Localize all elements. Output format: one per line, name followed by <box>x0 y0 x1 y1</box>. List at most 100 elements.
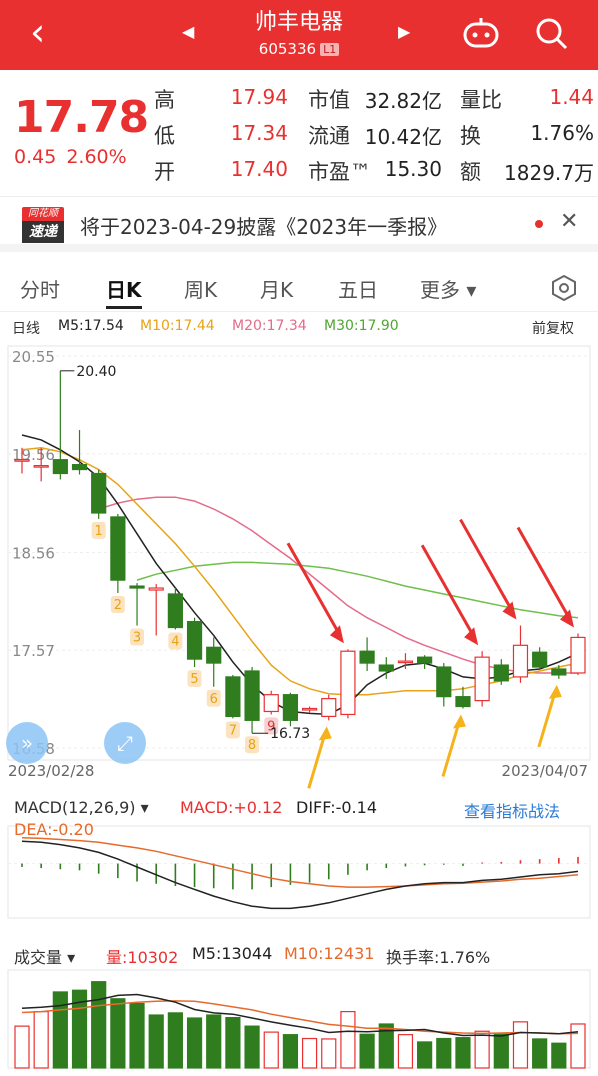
volume-bar <box>417 1041 433 1069</box>
value-open: 17.40 <box>230 157 288 181</box>
announcement-bar[interactable]: 同花顺 速递 将于2023-04-29披露《2023年一季报》 ✕ <box>0 196 598 252</box>
volume-bar <box>493 1033 509 1069</box>
value-amount: 1829.7万 <box>504 161 594 185</box>
tab-five-day[interactable]: 五日 <box>338 274 378 303</box>
volume-bar <box>397 1034 414 1069</box>
volume-bar <box>148 1014 164 1069</box>
logo-top-text: 同花顺 <box>22 207 64 221</box>
volume-bar <box>14 1025 30 1069</box>
label-amount: 额 <box>460 160 481 184</box>
ma10-label: M10:17.44 <box>140 318 215 334</box>
volume-bar <box>129 1002 145 1069</box>
candle-body <box>206 646 222 664</box>
adjust-mode[interactable]: 前复权 <box>532 318 574 338</box>
news-logo: 同花顺 速递 <box>22 207 64 243</box>
announcement-text[interactable]: 将于2023-04-29披露《2023年一季报》 <box>80 211 447 240</box>
macd-title[interactable]: MACD(12,26,9) ▾ <box>14 798 149 817</box>
fullscreen-icon[interactable]: ⤢ <box>104 722 146 764</box>
tab-daily-k[interactable]: 日K <box>106 274 142 303</box>
volume-m5: M5:13044 <box>192 944 273 963</box>
volume-value: 量:10302 <box>106 948 179 967</box>
candle-body <box>474 656 490 702</box>
yellow-arrowhead <box>548 684 562 699</box>
volume-bar <box>225 1016 241 1069</box>
max-price-label: 20.40 <box>76 364 116 380</box>
stock-code-line: 605336 L1 <box>0 40 598 58</box>
td-marker-label: 7 <box>229 723 237 738</box>
label-high: 高 <box>154 88 175 112</box>
volume-bar <box>570 1023 586 1069</box>
volume-bar <box>532 1038 548 1069</box>
candle-body <box>186 621 203 660</box>
value-high: 17.94 <box>230 85 288 109</box>
red-arrow <box>286 542 342 636</box>
candle-body <box>282 694 299 721</box>
candle-body <box>129 585 145 589</box>
volume-bar <box>301 1037 318 1069</box>
volume-bar <box>186 1017 203 1069</box>
candle-body <box>532 651 548 668</box>
tab-weekly-k[interactable]: 周K <box>184 274 217 303</box>
volume-legend: 成交量 ▾ 量:10302 M5:13044 M10:12431 换手率:1.7… <box>0 942 598 970</box>
candle-body <box>512 644 529 678</box>
label-volume-ratio: 量比 <box>460 88 502 112</box>
candle-body <box>14 459 30 462</box>
ma5-label: M5:17.54 <box>58 318 124 334</box>
hexagon-settings-icon[interactable] <box>550 274 578 302</box>
value-turnover: 1.76% <box>530 121 594 145</box>
tab-intraday[interactable]: 分时 <box>20 274 60 303</box>
yellow-arrowhead <box>452 714 466 729</box>
change-percent: 2.60% <box>66 146 127 168</box>
triangle-left-icon[interactable]: ◀ <box>182 22 194 41</box>
volume-bar <box>282 1034 299 1069</box>
volume-bar <box>321 1038 337 1069</box>
top-bar: ‹ 帅丰电器 605336 L1 ◀ ▶ <box>0 0 598 70</box>
robot-icon[interactable] <box>462 16 500 50</box>
stock-code: 605336 <box>258 40 317 58</box>
candle-body <box>71 464 88 471</box>
value-volume-ratio: 1.44 <box>549 85 594 109</box>
volume-bar <box>110 998 126 1069</box>
expand-arrows-icon[interactable]: » <box>6 722 48 764</box>
candle-body <box>551 668 567 676</box>
volume-bar <box>206 1014 222 1069</box>
close-icon[interactable]: ✕ <box>560 209 578 234</box>
red-arrow <box>459 518 514 613</box>
tab-monthly-k[interactable]: 月K <box>260 274 293 303</box>
macd-frame <box>7 825 591 919</box>
td-marker-label: 8 <box>248 738 256 753</box>
candle-body <box>321 698 337 718</box>
volume-indicator-select[interactable]: 成交量 ▾ <box>14 944 75 968</box>
candle-body <box>301 707 318 711</box>
macd-legend: MACD(12,26,9) ▾ MACD:+0.12 DIFF:-0.14 查看… <box>0 796 598 839</box>
unread-dot <box>535 220 543 228</box>
volume-bar <box>436 1037 452 1069</box>
volume-bar <box>512 1021 529 1069</box>
td-marker-label: 5 <box>190 672 198 687</box>
label-open: 开 <box>154 160 175 184</box>
ma30-label: M30:17.90 <box>324 318 399 334</box>
tab-more[interactable]: 更多 ▾ <box>420 274 476 303</box>
volume-bar <box>474 1030 490 1069</box>
triangle-right-icon[interactable]: ▶ <box>398 22 410 41</box>
candle-body <box>244 670 260 721</box>
stock-name: 帅丰电器 <box>254 10 343 35</box>
volume-bar <box>340 1010 356 1069</box>
volume-bar <box>455 1037 471 1069</box>
search-icon[interactable] <box>534 16 570 52</box>
td-marker-label: 2 <box>114 598 122 613</box>
price-change: 0.45 2.60% <box>14 146 137 168</box>
candle-body <box>33 465 49 468</box>
volume-m10: M10:12431 <box>284 944 375 963</box>
candle-body <box>397 660 414 664</box>
volume-bar <box>359 1033 375 1069</box>
yellow-arrow <box>307 733 327 789</box>
volume-bar <box>52 991 68 1069</box>
yellow-arrow <box>537 692 557 748</box>
x-tick-label: 2023/04/07 <box>502 762 588 780</box>
diff-line <box>21 840 579 910</box>
indicator-strategy-link[interactable]: 查看指标战法 <box>464 798 560 822</box>
label-turnover: 换 <box>460 124 481 148</box>
candle-body <box>570 636 586 674</box>
candle-body <box>417 656 433 664</box>
